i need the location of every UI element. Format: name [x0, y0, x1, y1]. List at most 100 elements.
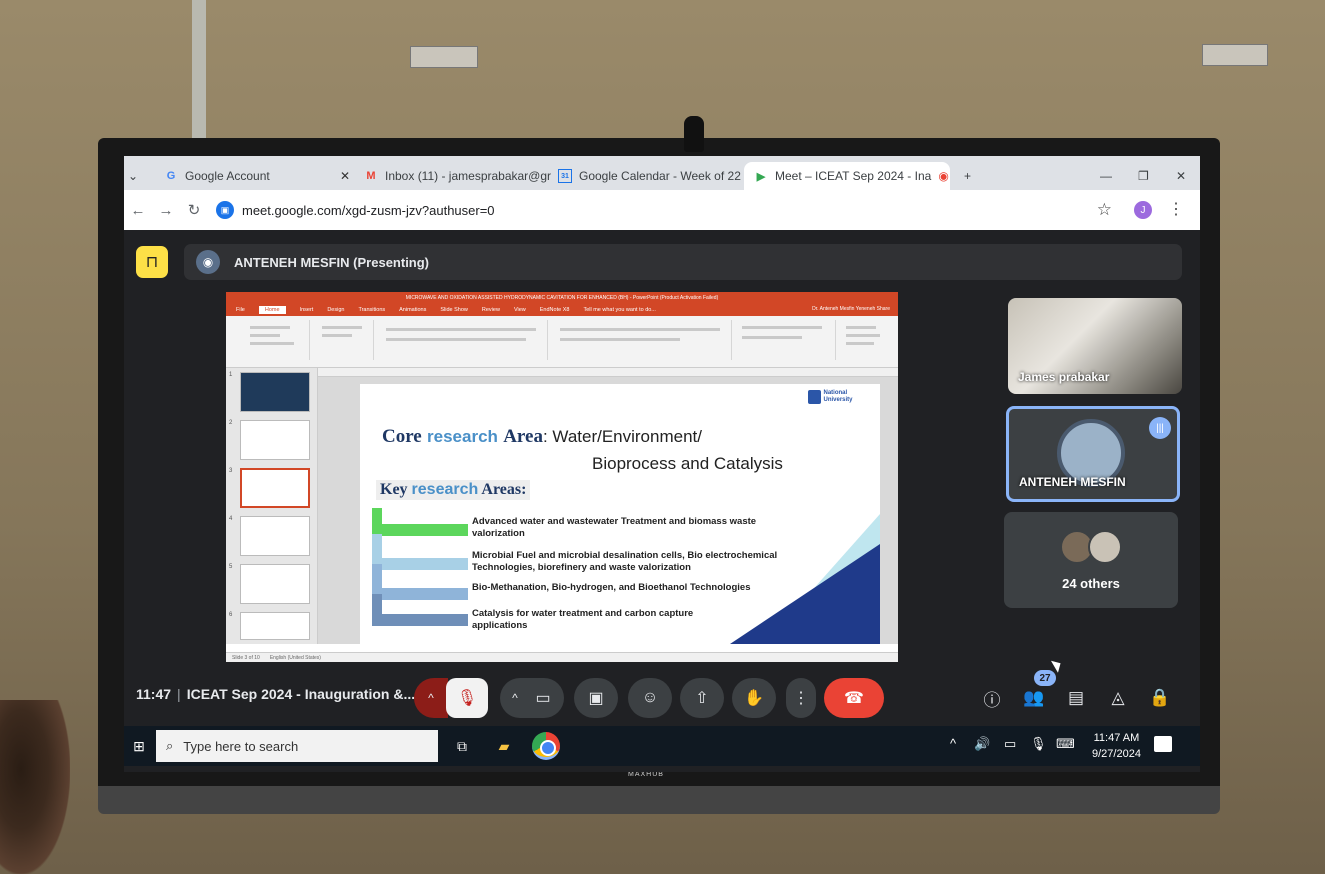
calendar-icon: 31	[558, 169, 572, 183]
volume-icon[interactable]: 🔊	[974, 736, 990, 752]
participant-tile-james[interactable]: James prabakar	[1008, 298, 1182, 394]
browser-tab-bar: ⌄ G Google Account ✕ M Inbox (11) - jame…	[124, 156, 1200, 190]
mic-off-icon: 🎙	[456, 690, 478, 707]
ribbon-group-editing	[840, 320, 894, 360]
slide-thumbnail[interactable]	[240, 516, 310, 556]
address-bar: ← → ↻ ▣ meet.google.com/xgd-zusm-jzv?aut…	[124, 190, 1200, 230]
wall-junction-box	[1202, 44, 1268, 66]
chrome-icon[interactable]	[532, 732, 560, 760]
participant-tile-anteneh[interactable]: ||| ANTENEH MESFIN	[1006, 406, 1180, 502]
ribbon-group-drawing	[736, 320, 836, 360]
arrow-3	[372, 588, 468, 600]
more-options-button[interactable]: ⋮	[786, 678, 816, 718]
url-field[interactable]: ▣ meet.google.com/xgd-zusm-jzv?authuser=…	[216, 201, 495, 219]
ppt-menu-slideshow[interactable]: Slide Show	[440, 307, 468, 313]
camera-icon: ▭	[535, 690, 551, 707]
emoji-icon: ☺	[641, 689, 659, 706]
bookmark-star-icon[interactable]: ☆	[1097, 200, 1112, 220]
keyboard-icon[interactable]: ⌨	[1056, 736, 1075, 752]
raise-hand-button[interactable]: ✋	[732, 678, 776, 718]
ppt-menu-animations[interactable]: Animations	[399, 307, 426, 313]
minimize-button[interactable]: —	[1090, 162, 1116, 190]
speaking-indicator-icon: |||	[1149, 417, 1171, 439]
tab-label: Google Calendar - Week of 22 S	[579, 169, 742, 183]
back-icon[interactable]: ←	[124, 202, 152, 219]
forward-icon[interactable]: →	[152, 202, 180, 219]
tv-brand: MAXHUB	[628, 771, 664, 778]
windows-start-icon[interactable]: ⊞	[124, 726, 154, 766]
info-icon: ⓘ	[983, 690, 1001, 710]
slide-heading-line2: Bioprocess and Catalysis	[592, 454, 783, 473]
slide-thumbnail[interactable]	[240, 564, 310, 604]
chat-button[interactable]: ▤	[1062, 684, 1090, 712]
new-tab-button[interactable]: +	[954, 162, 980, 190]
ppt-tell-me[interactable]: Tell me what you want to do...	[583, 307, 655, 313]
task-view-icon[interactable]: ⧉	[450, 734, 474, 758]
close-window-button[interactable]: ✕	[1166, 162, 1192, 190]
companion-mode-icon[interactable]: ⊓	[136, 246, 168, 278]
network-icon[interactable]: ▭	[1004, 736, 1016, 752]
meet-header: ⊓ ◉ ANTENEH MESFIN (Presenting)	[136, 240, 1182, 284]
ppt-menu-home[interactable]: Home	[258, 306, 286, 314]
tray-overflow-icon[interactable]: ^	[950, 736, 956, 751]
meeting-title: ICEAT Sep 2024 - Inauguration &...	[186, 686, 416, 702]
host-controls-button[interactable]: 🔒	[1146, 684, 1174, 712]
tab-gmail[interactable]: M Inbox (11) - jamesprabakar@gr ✕	[354, 162, 554, 190]
ppt-menu-transitions[interactable]: Transitions	[358, 307, 385, 313]
slide-thumbnail[interactable]	[240, 612, 310, 640]
slide-thumbnail[interactable]	[240, 420, 310, 460]
people-button[interactable]: 👥	[1020, 684, 1048, 712]
gmail-icon: M	[366, 170, 376, 182]
activities-button[interactable]: ◬	[1104, 684, 1132, 712]
ppt-menu-design[interactable]: Design	[327, 307, 344, 313]
presenter-avatar: ◉	[196, 250, 220, 274]
ppt-menu-insert[interactable]: Insert	[300, 307, 314, 313]
browser-menu-icon[interactable]: ⋮	[1168, 199, 1184, 219]
file-explorer-icon[interactable]: ▰	[492, 734, 516, 758]
captions-button[interactable]: ▣	[574, 678, 618, 718]
meet-control-bar: 11:47 | ICEAT Sep 2024 - Inauguration &...…	[124, 670, 1200, 722]
participant-tile-others[interactable]: 24 others	[1004, 512, 1178, 608]
tab-search-button[interactable]: ⌄	[128, 162, 148, 190]
ppt-window-title: MICROWAVE AND OXIDATION ASSISTED HYDRODY…	[226, 292, 898, 304]
ppt-menu-view[interactable]: View	[514, 307, 526, 313]
shared-screen: MICROWAVE AND OXIDATION ASSISTED HYDRODY…	[226, 292, 898, 662]
restore-button[interactable]: ❐	[1128, 162, 1154, 190]
hangup-icon: ☎	[844, 690, 864, 707]
taskbar-search[interactable]: ⌕ Type here to search	[156, 730, 438, 762]
search-icon: ⌕	[166, 738, 174, 753]
tab-meet[interactable]: ▶ Meet – ICEAT Sep 2024 - Ina ◉ ✕	[744, 162, 950, 190]
ppt-menu-review[interactable]: Review	[482, 307, 500, 313]
ribbon-group-slides	[314, 320, 374, 360]
slide-thumbnail-selected[interactable]	[240, 468, 310, 508]
search-placeholder: Type here to search	[183, 738, 299, 754]
tab-label: Inbox (11) - jamesprabakar@gr	[385, 169, 552, 183]
chevron-up-icon: ^	[512, 691, 518, 705]
meeting-details-button[interactable]: ⓘ	[978, 684, 1006, 712]
tab-calendar[interactable]: 31 Google Calendar - Week of 22 S ✕	[548, 162, 742, 190]
reactions-button[interactable]: ☺	[628, 678, 672, 718]
site-info-icon[interactable]: ▣	[216, 201, 234, 219]
mic-toggle-button[interactable]: 🎙	[446, 678, 488, 718]
leave-call-button[interactable]: ☎	[824, 678, 884, 718]
ppt-menu-endnote[interactable]: EndNote X8	[540, 307, 570, 313]
research-item: Catalysis for water treatment and carbon…	[472, 608, 694, 631]
close-icon[interactable]: ✕	[340, 169, 350, 183]
mic-options-button[interactable]: ^	[414, 678, 448, 718]
reload-icon[interactable]: ↻	[180, 201, 208, 219]
audience-person	[0, 700, 70, 874]
profile-avatar[interactable]: J	[1134, 201, 1152, 219]
taskbar-clock[interactable]: 11:47 AM 9/27/2024	[1092, 730, 1141, 762]
present-button[interactable]: ⇧	[680, 678, 724, 718]
chat-icon: ▤	[1067, 688, 1085, 707]
mic-tray-icon[interactable]: 🎙	[1030, 736, 1047, 752]
notification-icon[interactable]	[1154, 736, 1172, 752]
ppt-menu-file[interactable]: File	[236, 307, 245, 313]
slide-thumbnail[interactable]	[240, 372, 310, 412]
camera-toggle-button[interactable]: ▭	[522, 678, 564, 718]
current-slide: National University Core research Area: …	[360, 384, 880, 644]
research-item: Advanced water and wastewater Treatment …	[472, 516, 757, 539]
captions-icon: ▣	[588, 690, 604, 707]
presenter-bar: ◉ ANTENEH MESFIN (Presenting)	[184, 244, 1182, 280]
tab-google-account[interactable]: G Google Account ✕	[154, 162, 360, 190]
